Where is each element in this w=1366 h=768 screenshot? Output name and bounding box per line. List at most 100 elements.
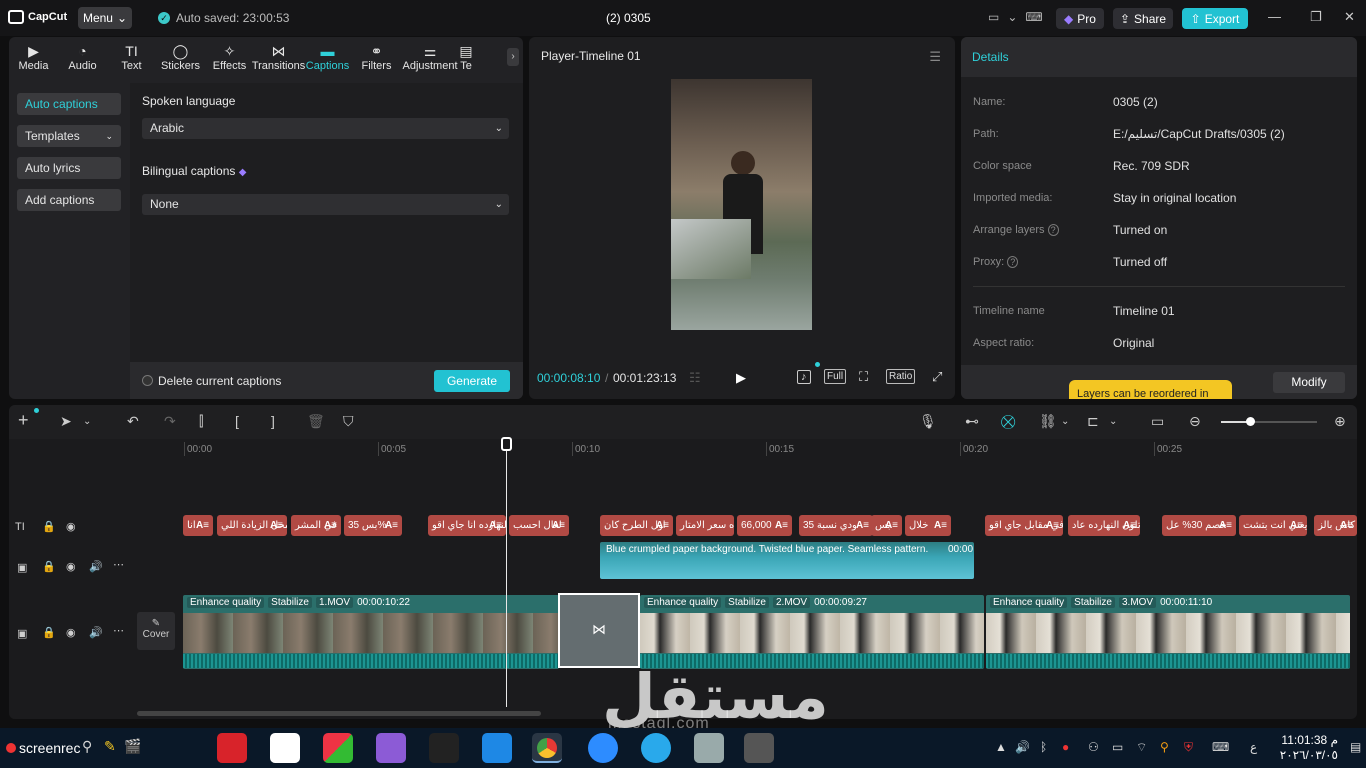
video-preview[interactable] xyxy=(671,79,812,330)
caption-clip[interactable]: A≡ كاش بالز xyxy=(1314,515,1357,536)
office-app-icon[interactable] xyxy=(323,733,353,763)
caption-clip[interactable]: A≡ ودي نسبة 35 xyxy=(799,515,873,536)
trim-left-icon[interactable]: [ xyxy=(235,413,239,429)
wifi-icon[interactable]: ⌔ xyxy=(1136,740,1147,755)
tab-audio[interactable]: ◔ Audio xyxy=(58,37,107,75)
capcut-app-icon[interactable] xyxy=(270,733,300,763)
help-icon[interactable]: ? xyxy=(1007,256,1019,268)
preview-axis-icon[interactable]: ⊏ xyxy=(1087,413,1099,430)
link-icon[interactable]: ⊷ xyxy=(965,413,979,430)
eye-icon[interactable]: ◉ xyxy=(66,520,76,533)
battery-icon[interactable]: ▭ xyxy=(1112,740,1123,754)
chevron-up-icon[interactable]: ▲ xyxy=(995,740,1007,754)
transition-clip[interactable]: ⋈ xyxy=(558,593,640,668)
caption-clip[interactable]: A≡ خصم 30% عل xyxy=(1162,515,1236,536)
caption-clip[interactable]: A≡ لعال احسب xyxy=(509,515,569,536)
fullscreen-icon[interactable]: ⤢ xyxy=(932,369,942,385)
caption-clip[interactable]: A≡ النهارده انا جاي اقو xyxy=(428,515,506,536)
sidebar-item-auto-captions[interactable]: Auto captions xyxy=(17,93,121,115)
fit-icon[interactable]: ⛶ xyxy=(859,369,868,385)
spoken-language-select[interactable]: Arabic ⌄ xyxy=(142,118,509,139)
share-button[interactable]: ⇪ Share xyxy=(1113,8,1173,29)
notification-icon[interactable]: ▤ xyxy=(1350,740,1361,754)
eye-icon[interactable]: ◉ xyxy=(66,560,76,573)
more-icon[interactable]: ⋯ xyxy=(113,624,124,637)
overlay-video-clip[interactable]: Blue crumpled paper background. Twisted … xyxy=(600,542,974,579)
volume-icon[interactable]: 🔊 xyxy=(89,560,103,573)
ratio-button[interactable]: Ratio xyxy=(886,369,916,384)
lock-icon[interactable]: 🔒 xyxy=(42,626,56,639)
hamburger-icon[interactable]: ☰ xyxy=(929,49,941,65)
chrome-icon[interactable] xyxy=(532,733,562,763)
caption-clip[interactable]: A≡ خلال xyxy=(905,515,951,536)
lock-icon[interactable]: 🔒 xyxy=(42,520,56,533)
split-icon[interactable]: ⫿ xyxy=(199,413,203,430)
caption-clip[interactable]: النهارده سعر الامتار xyxy=(676,515,734,536)
more-icon[interactable]: ⋯ xyxy=(113,558,124,571)
chevron-down-icon[interactable]: ⌄ xyxy=(1109,416,1117,427)
caption-clip[interactable]: A≡ اول الطرح كان xyxy=(600,515,673,536)
volume-icon[interactable]: 🔊 xyxy=(1015,740,1030,754)
vscode-icon[interactable] xyxy=(482,733,512,763)
caption-clip[interactable]: A≡ في مقابل جاي اقو xyxy=(985,515,1063,536)
teams-icon[interactable]: ⚇ xyxy=(1088,740,1099,754)
chevron-right-icon[interactable]: › xyxy=(507,48,519,66)
sidebar-item-auto-lyrics[interactable]: Auto lyrics xyxy=(17,157,121,179)
record-tray-icon[interactable]: ● xyxy=(1062,740,1069,754)
tab-templates[interactable]: ▤ Te xyxy=(459,37,473,75)
security-icon[interactable]: ⛨ xyxy=(1184,740,1193,755)
grid-icon[interactable]: ☷ xyxy=(689,370,701,386)
screenrec-indicator[interactable]: screenrec xyxy=(6,740,80,756)
caption-clip[interactable]: A≡ محل الزيادة اللي xyxy=(217,515,287,536)
minimize-icon[interactable]: — xyxy=(1268,9,1281,24)
bilingual-captions-select[interactable]: None ⌄ xyxy=(142,194,509,215)
timeline-scrollbar[interactable] xyxy=(137,711,541,716)
tiktok-icon[interactable]: ♪ xyxy=(797,370,811,384)
menu-button[interactable]: Menu ⌄ xyxy=(78,7,132,29)
keyboard-icon[interactable]: ⌨ xyxy=(1025,10,1042,24)
play-icon[interactable]: ▶ xyxy=(736,370,746,386)
video-clip[interactable]: Enhance quality Stabilize 2.MOV 00:00:09:27 xyxy=(640,595,984,669)
chevron-down-icon[interactable]: ⌄ xyxy=(83,416,91,427)
close-icon[interactable]: ✕ xyxy=(1344,9,1355,25)
zoom-slider[interactable] xyxy=(1221,417,1317,426)
screen-icon[interactable]: ▭ xyxy=(1151,413,1164,430)
redo-icon[interactable]: ↷ xyxy=(164,413,176,430)
visual-studio-icon[interactable] xyxy=(376,733,406,763)
caption-clip[interactable]: A≡ انا xyxy=(183,515,213,536)
tab-filters[interactable]: ⚭ Filters xyxy=(352,37,401,75)
clock[interactable]: 11:01:38 م ٢٠٢٦/٠٣/٠٥ xyxy=(1278,733,1338,763)
video-clip[interactable]: Enhance quality Stabilize 1.MOV 00:00:10:22 xyxy=(183,595,559,669)
chevron-down-icon[interactable]: ⌄ xyxy=(1007,10,1017,24)
zoom-app-icon[interactable] xyxy=(588,733,618,763)
tab-adjustment[interactable]: ⚌ Adjustment xyxy=(401,37,459,75)
lock-icon[interactable]: 🔒 xyxy=(42,560,56,573)
tab-effects[interactable]: ✧ Effects xyxy=(205,37,254,75)
zoom-in-icon[interactable]: ⊕ xyxy=(1334,413,1346,430)
caption-clip[interactable]: A≡ بس xyxy=(871,515,902,536)
caption-clip[interactable]: A≡ تلون النهارده عاد xyxy=(1068,515,1140,536)
capcut-running-icon[interactable] xyxy=(744,733,774,763)
shield-icon[interactable]: ⛉ xyxy=(343,413,354,430)
caption-clip[interactable]: A≡ يعني انت بتشت xyxy=(1239,515,1307,536)
select-cursor-icon[interactable]: ➤ xyxy=(60,413,72,430)
sidebar-item-add-captions[interactable]: Add captions xyxy=(17,189,121,211)
tab-transitions[interactable]: ⋈ Transitions xyxy=(252,37,305,75)
pro-button[interactable]: ◆ Pro xyxy=(1056,8,1104,29)
keyboard-icon[interactable]: ⌨ xyxy=(1212,740,1229,754)
caption-clip[interactable]: A≡ في المشر xyxy=(291,515,341,536)
caption-clip[interactable]: A≡ بس 35% xyxy=(344,515,402,536)
tab-stickers[interactable]: ◯ Stickers xyxy=(156,37,205,75)
zoom-out-icon[interactable]: ⊖ xyxy=(1189,413,1201,430)
tab-media[interactable]: ▶ Media xyxy=(9,37,58,75)
eye-icon[interactable]: ◉ xyxy=(66,626,76,639)
wps-app-icon[interactable] xyxy=(217,733,247,763)
tab-text[interactable]: TI Text xyxy=(107,37,156,75)
cover-button[interactable]: ✎ Cover xyxy=(137,612,175,650)
add-icon[interactable]: + xyxy=(18,410,29,431)
volume-icon[interactable]: 🔊 xyxy=(89,626,103,639)
delete-icon[interactable]: 🗑 xyxy=(307,413,325,430)
undo-icon[interactable]: ↶ xyxy=(127,413,139,430)
telegram-icon[interactable] xyxy=(641,733,671,763)
caption-clip[interactable]: A≡ 66,000 xyxy=(737,515,792,536)
